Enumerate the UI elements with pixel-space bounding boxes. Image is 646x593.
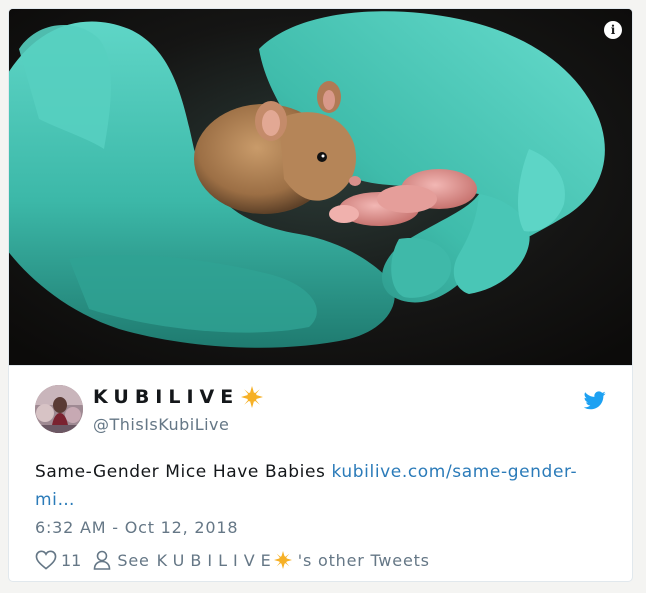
like-count: 11 [61, 550, 82, 570]
avatar-image [35, 385, 83, 433]
like-button[interactable]: 11 [35, 550, 81, 570]
see-user-name: KUBILIVE [156, 550, 277, 570]
see-prefix: See [117, 550, 150, 570]
person-icon [94, 550, 111, 570]
tweet-timestamp[interactable]: 6:32 AM - Oct 12, 2018 [35, 518, 238, 537]
tweet-text-body: Same-Gender Mice Have Babies [35, 462, 332, 482]
heart-icon [35, 550, 57, 570]
twitter-bird-icon[interactable] [584, 391, 606, 410]
see-suffix: 's other Tweets [297, 550, 430, 570]
embedded-tweet-card: i KUBILIVE @ThisIsKubiLive Same-Gender M… [8, 8, 633, 582]
tweet-actions: 11 See KUBILIVE 's other Tweets [35, 550, 430, 570]
mice-in-gloved-hands-image [9, 9, 632, 365]
user-name[interactable]: KUBILIVE [93, 386, 264, 408]
info-icon-glyph: i [610, 23, 616, 37]
see-other-tweets-link[interactable]: See KUBILIVE 's other Tweets [93, 550, 429, 570]
user-handle[interactable]: @ThisIsKubiLive [93, 415, 229, 434]
avatar[interactable] [35, 385, 83, 433]
tweet-text: Same-Gender Mice Have Babies kubilive.co… [35, 458, 615, 514]
tweet-media-photo[interactable]: i [9, 9, 632, 365]
info-icon[interactable]: i [604, 21, 622, 39]
tweet-body: KUBILIVE @ThisIsKubiLive Same-Gender Mic… [9, 365, 632, 581]
verified-sun-badge-icon [273, 551, 292, 569]
user-name-text: KUBILIVE [93, 386, 240, 408]
verified-sun-badge-icon [241, 386, 264, 408]
